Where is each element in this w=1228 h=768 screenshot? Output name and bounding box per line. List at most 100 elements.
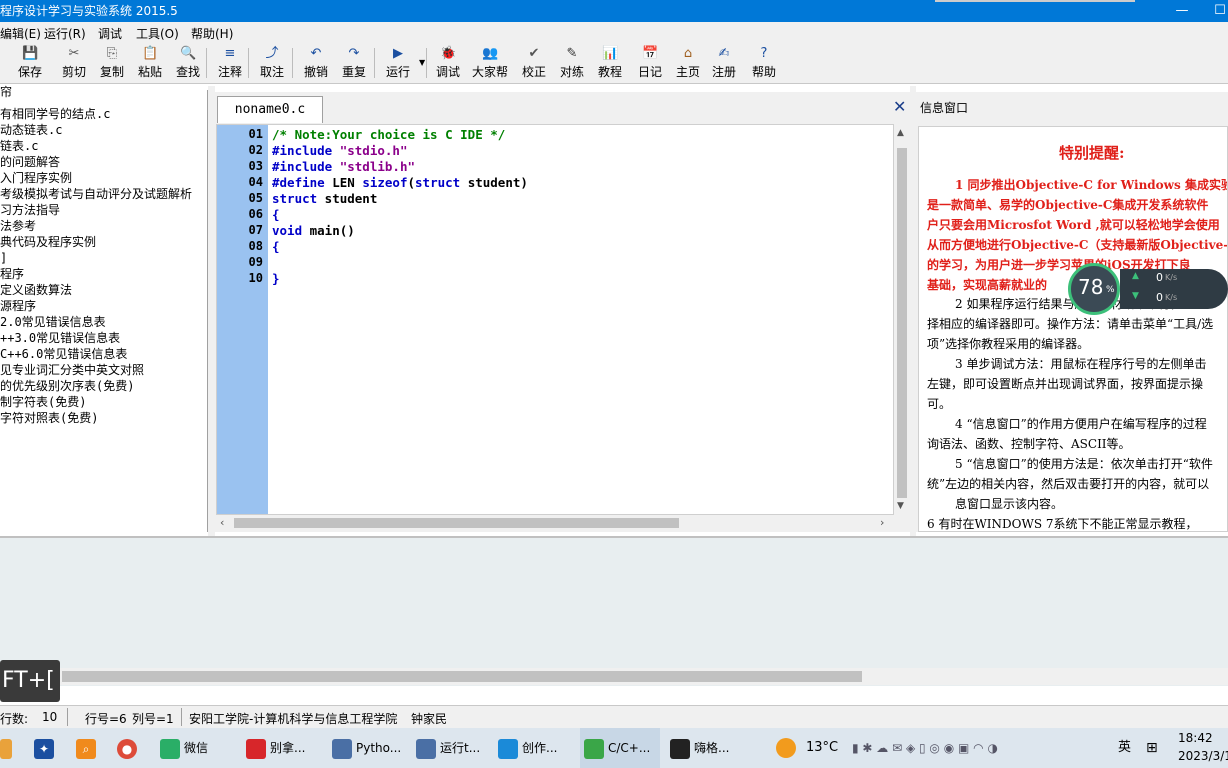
line-number-gutter[interactable]: 01 02 03 04 05 06 07 08 09 10 [217,125,268,514]
scroll-left-icon[interactable]: ‹ [220,516,224,529]
tree-item[interactable]: 帘 [0,84,12,100]
start-button[interactable] [0,728,16,768]
taskbar-app[interactable]: 运行t... [412,728,492,768]
close-editor-icon[interactable]: ✕ [893,97,906,116]
code-line[interactable]: { [272,207,280,222]
menu-help[interactable]: 帮助(H) [191,25,233,42]
code-line[interactable]: struct student [272,191,377,206]
weather-temp[interactable]: 13°C [806,728,838,768]
line-number[interactable]: 07 [217,223,263,237]
run-dropdown-icon[interactable]: ▼ [419,58,425,67]
toolbar-button-8[interactable]: ↷ 重复 [340,44,368,82]
tree-item[interactable]: 习方法指导 [0,202,60,218]
tree-item[interactable]: 2.0常见错误信息表 [0,314,106,330]
tree-item[interactable]: 字符对照表(免费) [0,410,98,426]
scroll-right-icon[interactable]: › [880,516,884,529]
toolbar-button-7[interactable]: ↶ 撤销 [302,44,330,82]
taskbar-app[interactable]: C/C+... [580,728,660,768]
run-button[interactable]: ▶ 运行 [384,44,412,82]
code-line[interactable]: #include "stdlib.h" [272,159,415,174]
toolbar-button-15[interactable]: 📅 日记 [636,44,664,82]
line-number[interactable]: 10 [217,271,263,285]
pin-search[interactable]: ⌕ [76,728,98,768]
line-number[interactable]: 05 [217,191,263,205]
line-number[interactable]: 04 [217,175,263,189]
toolbar-button-5[interactable]: ≡ 注释 [216,44,244,82]
tree-item[interactable]: 典代码及程序实例 [0,234,96,250]
menu-debug[interactable]: 调试 [98,25,122,42]
toolbar-button-2[interactable]: ⎘ 复制 [98,44,126,82]
editor-hscroll-thumb[interactable] [234,518,679,528]
tree-item[interactable]: 制字符表(免费) [0,394,86,410]
tab-noname0[interactable]: noname0.c [217,96,323,123]
tree-item[interactable]: 法参考 [0,218,36,234]
system-monitor-widget[interactable]: 78 % ▲ 0 K/s ▼ 0 K/s [1068,263,1228,315]
output-hscroll-thumb[interactable] [62,671,862,682]
clock-time[interactable]: 18:42 [1178,731,1213,745]
tree-item[interactable]: 入门程序实例 [0,170,72,186]
line-number[interactable]: 01 [217,127,263,141]
toolbar-button-10[interactable]: 🐞 调试 [434,44,462,82]
code-line[interactable]: void main() [272,223,355,238]
code-line[interactable]: /* Note:Your choice is C IDE */ [272,127,505,142]
menu-tools[interactable]: 工具(O) [136,25,179,42]
tree-item[interactable]: 见专业词汇分类中英文对照 [0,362,144,378]
tree-item[interactable]: 程序 [0,266,24,282]
code-line[interactable]: #define LEN sizeof(struct student) [272,175,528,190]
tree-item[interactable]: 的优先级别次序表(免费) [0,378,134,394]
menu-run[interactable]: 运行(R) [44,25,86,42]
minimize-button[interactable]: — [1162,0,1202,22]
toolbar-button-12[interactable]: ✔ 校正 [520,44,548,82]
toolbar-button-18[interactable]: ? 帮助 [750,44,778,82]
menu-edit[interactable]: 编辑(E) [0,25,41,42]
toolbar-button-0[interactable]: 💾 保存 [16,44,44,82]
tree-item[interactable]: 动态链表.c [0,122,62,138]
taskbar-app[interactable]: Pytho... [328,728,408,768]
editor-vscroll-thumb[interactable] [897,148,907,498]
editor-horizontal-scrollbar[interactable]: ‹ › [216,515,894,531]
tree-item[interactable]: 考级模拟考试与自动评分及试题解析 [0,186,192,202]
pin-app-1[interactable]: ✦ [34,728,56,768]
ime-icon[interactable]: ⊞ [1146,728,1158,768]
line-number[interactable]: 08 [217,239,263,253]
tree-item[interactable]: 的问题解答 [0,154,60,170]
line-number[interactable]: 06 [217,207,263,221]
taskbar-app[interactable]: 创作... [494,728,576,768]
code-editor[interactable]: 01 02 03 04 05 06 07 08 09 10 /* Note:Your choice… [216,124,894,515]
tree-item[interactable]: C++6.0常见错误信息表 [0,346,127,362]
toolbar-button-14[interactable]: 📊 教程 [596,44,624,82]
tree-item[interactable]: ++3.0常见错误信息表 [0,330,120,346]
taskbar-app[interactable]: 别拿... [242,728,322,768]
pin-chrome[interactable]: ● [117,728,139,768]
code-line[interactable]: #include "stdio.h" [272,143,407,158]
taskbar-app[interactable]: 微信 [156,728,232,768]
output-horizontal-scrollbar[interactable] [0,668,1228,685]
toolbar-button-3[interactable]: 📋 粘贴 [136,44,164,82]
tray-icons[interactable]: ▮ ✱ ☁ ✉ ◈ ▯ ◎ ◉ ▣ ◠ ◑ [852,728,998,768]
tree-item[interactable]: 链表.c [0,138,38,154]
splitter-left[interactable] [208,86,215,536]
toolbar-button-4[interactable]: 🔍 查找 [174,44,202,82]
editor-vertical-scrollbar[interactable]: ▲ ▼ [894,124,910,515]
clock-date[interactable]: 2023/3/1 [1178,749,1228,763]
tree-item[interactable]: ] [0,250,7,266]
tree-item[interactable]: 定义函数算法 [0,282,72,298]
taskbar-app[interactable]: 嗨格... [666,728,746,768]
tree-item[interactable]: 有相同学号的结点.c [0,106,110,122]
input-language[interactable]: 英 [1118,728,1131,768]
toolbar-button-1[interactable]: ✂ 剪切 [60,44,88,82]
toolbar-button-6[interactable]: ⤴ 取注 [258,44,286,82]
line-number[interactable]: 02 [217,143,263,157]
toolbar-button-11[interactable]: 👥 大家帮 [470,44,510,82]
code-line[interactable]: { [272,239,280,254]
line-number[interactable]: 09 [217,255,263,269]
toolbar-button-16[interactable]: ⌂ 主页 [674,44,702,82]
tree-item[interactable]: 源程序 [0,298,36,314]
code-line[interactable]: } [272,271,280,286]
scroll-down-icon[interactable]: ▼ [897,501,904,511]
scroll-up-icon[interactable]: ▲ [897,128,904,138]
maximize-button[interactable]: ☐ [1200,0,1228,22]
line-number[interactable]: 03 [217,159,263,173]
toolbar-button-17[interactable]: ✍ 注册 [710,44,738,82]
toolbar-button-13[interactable]: ✎ 对练 [558,44,586,82]
